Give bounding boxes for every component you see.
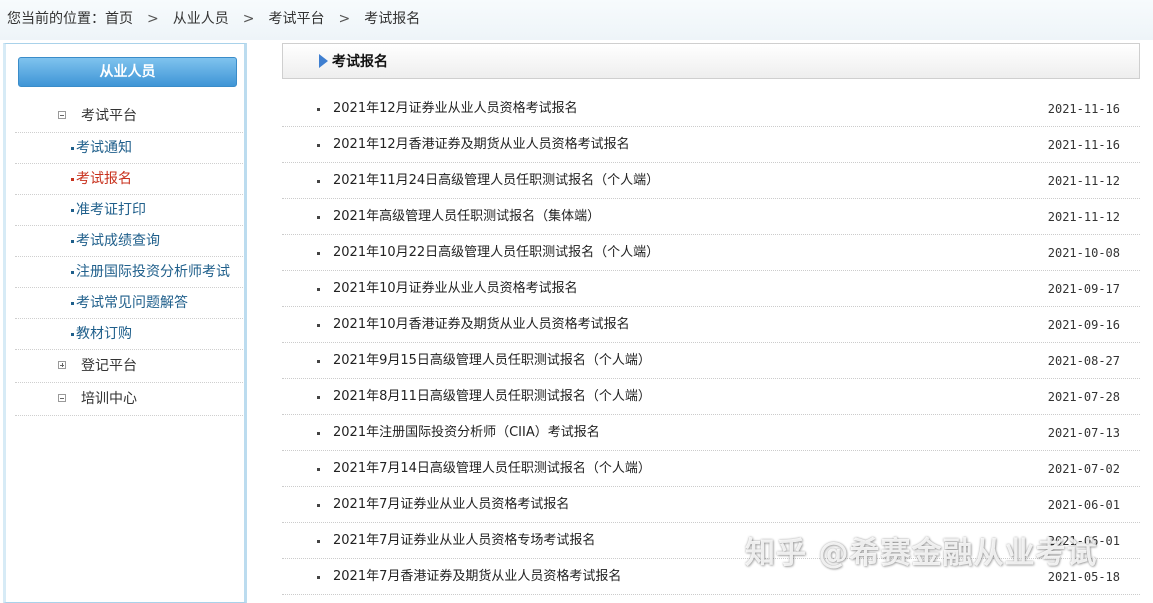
- bullet-icon: [71, 333, 74, 336]
- list-item-date: 2021-06-01: [1047, 498, 1120, 512]
- sidebar-item-faq[interactable]: 考试常见问题解答: [15, 288, 243, 319]
- bullet-icon: [317, 180, 320, 183]
- list-item: 2021年10月香港证券及期货从业人员资格考试报名 2021-09-16: [282, 307, 1140, 343]
- bullet-icon: [317, 252, 320, 255]
- sidebar-header: 从业人员: [18, 57, 237, 87]
- breadcrumb-prefix: 您当前的位置：: [7, 11, 105, 27]
- bullet-icon: [317, 504, 320, 507]
- list-item-date: 2021-09-17: [1047, 282, 1120, 296]
- list-item-date: 2021-10-08: [1047, 246, 1120, 260]
- bullet-icon: [317, 576, 320, 579]
- breadcrumb-current: 考试报名: [364, 11, 421, 27]
- sidebar-group-label: 培训中心: [81, 391, 137, 407]
- sidebar-group-label: 考试平台: [81, 108, 137, 124]
- list-item: 2021年10月22日高级管理人员任职测试报名（个人端） 2021-10-08: [282, 235, 1140, 271]
- sidebar-item-score-query[interactable]: 考试成绩查询: [15, 226, 243, 257]
- list-item: 2021年11月24日高级管理人员任职测试报名（个人端） 2021-11-12: [282, 163, 1140, 199]
- list-item: 2021年7月14日高级管理人员任职测试报名（个人端） 2021-07-02: [282, 451, 1140, 487]
- list-item-date: 2021-07-13: [1047, 426, 1120, 440]
- bullet-icon: [317, 288, 320, 291]
- breadcrumb-separator: >: [242, 11, 255, 27]
- list-item-link[interactable]: 2021年12月香港证券及期货从业人员资格考试报名: [333, 127, 630, 163]
- bullet-icon: [71, 271, 74, 274]
- list-item-link[interactable]: 2021年10月香港证券及期货从业人员资格考试报名: [333, 307, 630, 343]
- list-item-date: 2021-08-27: [1047, 354, 1120, 368]
- bullet-icon: [317, 540, 320, 543]
- breadcrumb: 您当前的位置：首页 > 从业人员 > 考试平台 > 考试报名: [0, 0, 1153, 40]
- sidebar-item-label: 教材订购: [76, 326, 132, 342]
- sidebar-group-exam-platform[interactable]: 考试平台: [15, 100, 243, 133]
- list-item-link[interactable]: 2021年注册国际投资分析师（CIIA）考试报名: [333, 415, 600, 451]
- list-item-link[interactable]: 2021年9月15日高级管理人员任职测试报名（个人端）: [333, 343, 651, 379]
- registration-list: 2021年12月证券业从业人员资格考试报名 2021-11-16 2021年12月…: [282, 91, 1140, 595]
- bullet-icon: [317, 432, 320, 435]
- list-item-date: 2021-11-12: [1047, 174, 1120, 188]
- list-item-link[interactable]: 2021年7月证券业从业人员资格考试报名: [333, 487, 569, 523]
- bullet-icon: [71, 302, 74, 305]
- list-item: 2021年8月11日高级管理人员任职测试报名（个人端） 2021-07-28: [282, 379, 1140, 415]
- panel-header: 考试报名: [282, 43, 1140, 79]
- breadcrumb-separator: >: [338, 11, 351, 27]
- sidebar-item-textbook-order[interactable]: 教材订购: [15, 319, 243, 350]
- sidebar-group-registration-platform[interactable]: 登记平台: [15, 350, 243, 383]
- watermark: 知乎 @希赛金融从业考试: [745, 536, 1098, 571]
- bullet-icon: [317, 396, 320, 399]
- bullet-icon: [317, 144, 320, 147]
- list-item-date: 2021-11-16: [1047, 102, 1120, 116]
- list-item-date: 2021-11-12: [1047, 210, 1120, 224]
- list-item-link[interactable]: 2021年7月香港证券及期货从业人员资格考试报名: [333, 559, 621, 595]
- sidebar-item-label: 注册国际投资分析师考试: [76, 264, 230, 280]
- bullet-icon: [71, 178, 74, 181]
- sidebar-item-exam-registration[interactable]: 考试报名: [15, 164, 243, 195]
- list-item-link[interactable]: 2021年8月11日高级管理人员任职测试报名（个人端）: [333, 379, 651, 415]
- list-item: 2021年10月证券业从业人员资格考试报名 2021-09-17: [282, 271, 1140, 307]
- collapse-icon[interactable]: [58, 394, 66, 402]
- list-item: 2021年12月香港证券及期货从业人员资格考试报名 2021-11-16: [282, 127, 1140, 163]
- bullet-icon: [317, 108, 320, 111]
- bullet-icon: [317, 360, 320, 363]
- sidebar-item-label: 考试常见问题解答: [76, 295, 188, 311]
- list-item-link[interactable]: 2021年10月证券业从业人员资格考试报名: [333, 271, 578, 307]
- list-item-link[interactable]: 2021年11月24日高级管理人员任职测试报名（个人端）: [333, 163, 659, 199]
- sidebar-item-ciia-exam[interactable]: 注册国际投资分析师考试: [15, 257, 243, 288]
- sidebar-item-label: 考试通知: [76, 140, 132, 156]
- list-item-link[interactable]: 2021年10月22日高级管理人员任职测试报名（个人端）: [333, 235, 659, 271]
- sidebar-item-admission-ticket[interactable]: 准考证打印: [15, 195, 243, 226]
- list-item-link[interactable]: 2021年高级管理人员任职测试报名（集体端）: [333, 199, 600, 235]
- sidebar-item-label: 考试成绩查询: [76, 233, 160, 249]
- bullet-icon: [317, 216, 320, 219]
- list-item-date: 2021-07-02: [1047, 462, 1120, 476]
- list-item: 2021年注册国际投资分析师（CIIA）考试报名 2021-07-13: [282, 415, 1140, 451]
- list-item: 2021年7月证券业从业人员资格考试报名 2021-06-01: [282, 487, 1140, 523]
- bullet-icon: [71, 147, 74, 150]
- list-item: 2021年9月15日高级管理人员任职测试报名（个人端） 2021-08-27: [282, 343, 1140, 379]
- list-item-date: 2021-07-28: [1047, 390, 1120, 404]
- list-item-date: 2021-11-16: [1047, 138, 1120, 152]
- sidebar: 从业人员 考试平台 考试通知 考试报名 准考证打印 考试成绩查询 注册国际投资分…: [3, 43, 247, 603]
- list-item-link[interactable]: 2021年7月14日高级管理人员任职测试报名（个人端）: [333, 451, 651, 487]
- list-item: 2021年高级管理人员任职测试报名（集体端） 2021-11-12: [282, 199, 1140, 235]
- breadcrumb-separator: >: [147, 11, 159, 27]
- sidebar-item-exam-notice[interactable]: 考试通知: [15, 133, 243, 164]
- bullet-icon: [317, 324, 320, 327]
- sidebar-group-label: 登记平台: [81, 358, 137, 374]
- breadcrumb-practitioners-link[interactable]: 从业人员: [173, 11, 229, 27]
- bullet-icon: [71, 240, 74, 243]
- collapse-icon[interactable]: [58, 111, 66, 119]
- sidebar-item-label: 考试报名: [76, 171, 132, 187]
- list-item-date: 2021-09-16: [1047, 318, 1120, 332]
- expand-icon[interactable]: [58, 361, 66, 369]
- sidebar-menu: 考试平台 考试通知 考试报名 准考证打印 考试成绩查询 注册国际投资分析师考试 …: [15, 100, 243, 416]
- page-title: 考试报名: [332, 54, 388, 70]
- list-item: 2021年12月证券业从业人员资格考试报名 2021-11-16: [282, 91, 1140, 127]
- bullet-icon: [71, 209, 74, 212]
- breadcrumb-home-link[interactable]: 首页: [105, 11, 133, 27]
- breadcrumb-exam-platform-link[interactable]: 考试平台: [268, 11, 324, 27]
- sidebar-item-label: 准考证打印: [76, 202, 146, 218]
- list-item-link[interactable]: 2021年12月证券业从业人员资格考试报名: [333, 91, 578, 127]
- sidebar-group-training-center[interactable]: 培训中心: [15, 383, 243, 416]
- list-item-link[interactable]: 2021年7月证券业从业人员资格专场考试报名: [333, 523, 595, 559]
- bullet-icon: [317, 468, 320, 471]
- triangle-right-icon: [319, 54, 328, 68]
